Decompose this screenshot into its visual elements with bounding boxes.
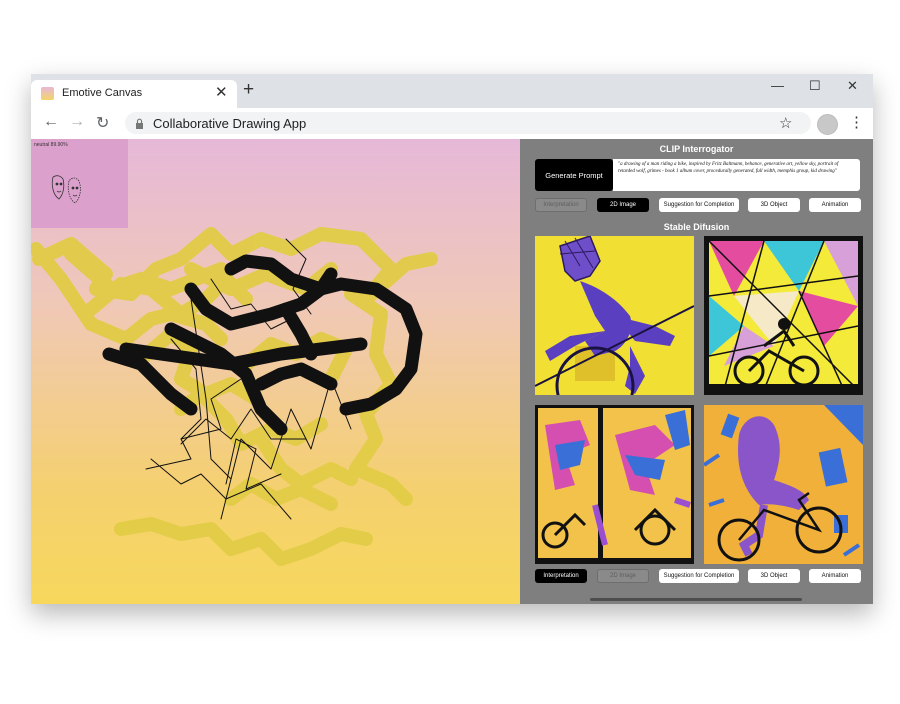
clip-tab-2d-image[interactable]: 2D Image xyxy=(597,198,649,212)
horizontal-scrollbar[interactable] xyxy=(590,598,802,601)
clip-tab-suggestion[interactable]: Suggestion for Completion xyxy=(659,198,739,212)
diffusion-tab-interpretation[interactable]: Interpretation xyxy=(535,569,587,583)
diffusion-tab-suggestion[interactable]: Suggestion for Completion xyxy=(659,569,739,583)
generated-image-2[interactable] xyxy=(704,236,863,395)
clip-tab-animation[interactable]: Animation xyxy=(809,198,861,212)
new-tab-icon[interactable]: + xyxy=(243,78,254,102)
forward-icon[interactable]: → xyxy=(69,113,85,131)
clip-title: CLIP Interrogator xyxy=(659,144,734,154)
diffusion-tab-3d-object[interactable]: 3D Object xyxy=(748,569,800,583)
lock-icon xyxy=(135,116,144,134)
back-icon[interactable]: ← xyxy=(43,113,59,131)
browser-toolbar: ← → ↻ Collaborative Drawing App ☆ ⋮ xyxy=(31,108,873,140)
favicon-icon xyxy=(41,87,54,100)
reload-icon[interactable]: ↻ xyxy=(96,113,109,133)
generated-image-3[interactable] xyxy=(535,405,694,564)
clip-tab-3d-object[interactable]: 3D Object xyxy=(748,198,800,212)
diffusion-title: Stable Difusion xyxy=(663,222,730,232)
browser-tab[interactable]: Emotive Canvas ✕ xyxy=(31,80,237,108)
face-icon xyxy=(51,175,81,204)
ai-panel: CLIP Interrogator Generate Prompt "a dra… xyxy=(520,139,873,604)
drawing-canvas[interactable]: neutral 89.90% xyxy=(31,139,520,604)
close-tab-icon[interactable]: ✕ xyxy=(215,83,228,101)
address-bar[interactable]: Collaborative Drawing App ☆ xyxy=(125,112,811,134)
tab-strip: Emotive Canvas ✕ + — ☐ ✕ xyxy=(31,74,873,108)
generated-image-4[interactable] xyxy=(704,405,863,564)
minimize-icon[interactable]: — xyxy=(771,78,784,93)
generate-prompt-button[interactable]: Generate Prompt xyxy=(535,159,613,191)
browser-window: Emotive Canvas ✕ + — ☐ ✕ ← → ↻ Collabora… xyxy=(31,74,873,604)
prompt-text: "a drawing of a man riding a bike, inspi… xyxy=(613,159,860,191)
emotion-label: neutral 89.90% xyxy=(34,142,68,148)
maximize-icon[interactable]: ☐ xyxy=(809,78,821,94)
tab-title: Emotive Canvas xyxy=(62,87,143,99)
emotion-indicator: neutral 89.90% xyxy=(31,139,128,228)
diffusion-tab-2d-image[interactable]: 2D Image xyxy=(597,569,649,583)
profile-avatar[interactable] xyxy=(817,114,838,135)
url-text: Collaborative Drawing App xyxy=(153,116,307,131)
close-window-icon[interactable]: ✕ xyxy=(847,78,858,94)
menu-icon[interactable]: ⋮ xyxy=(849,113,864,131)
diffusion-tab-animation[interactable]: Animation xyxy=(809,569,861,583)
bookmark-star-icon[interactable]: ☆ xyxy=(779,114,792,132)
clip-tab-interpretation[interactable]: Interpretation xyxy=(535,198,587,212)
generated-image-1[interactable] xyxy=(535,236,694,395)
